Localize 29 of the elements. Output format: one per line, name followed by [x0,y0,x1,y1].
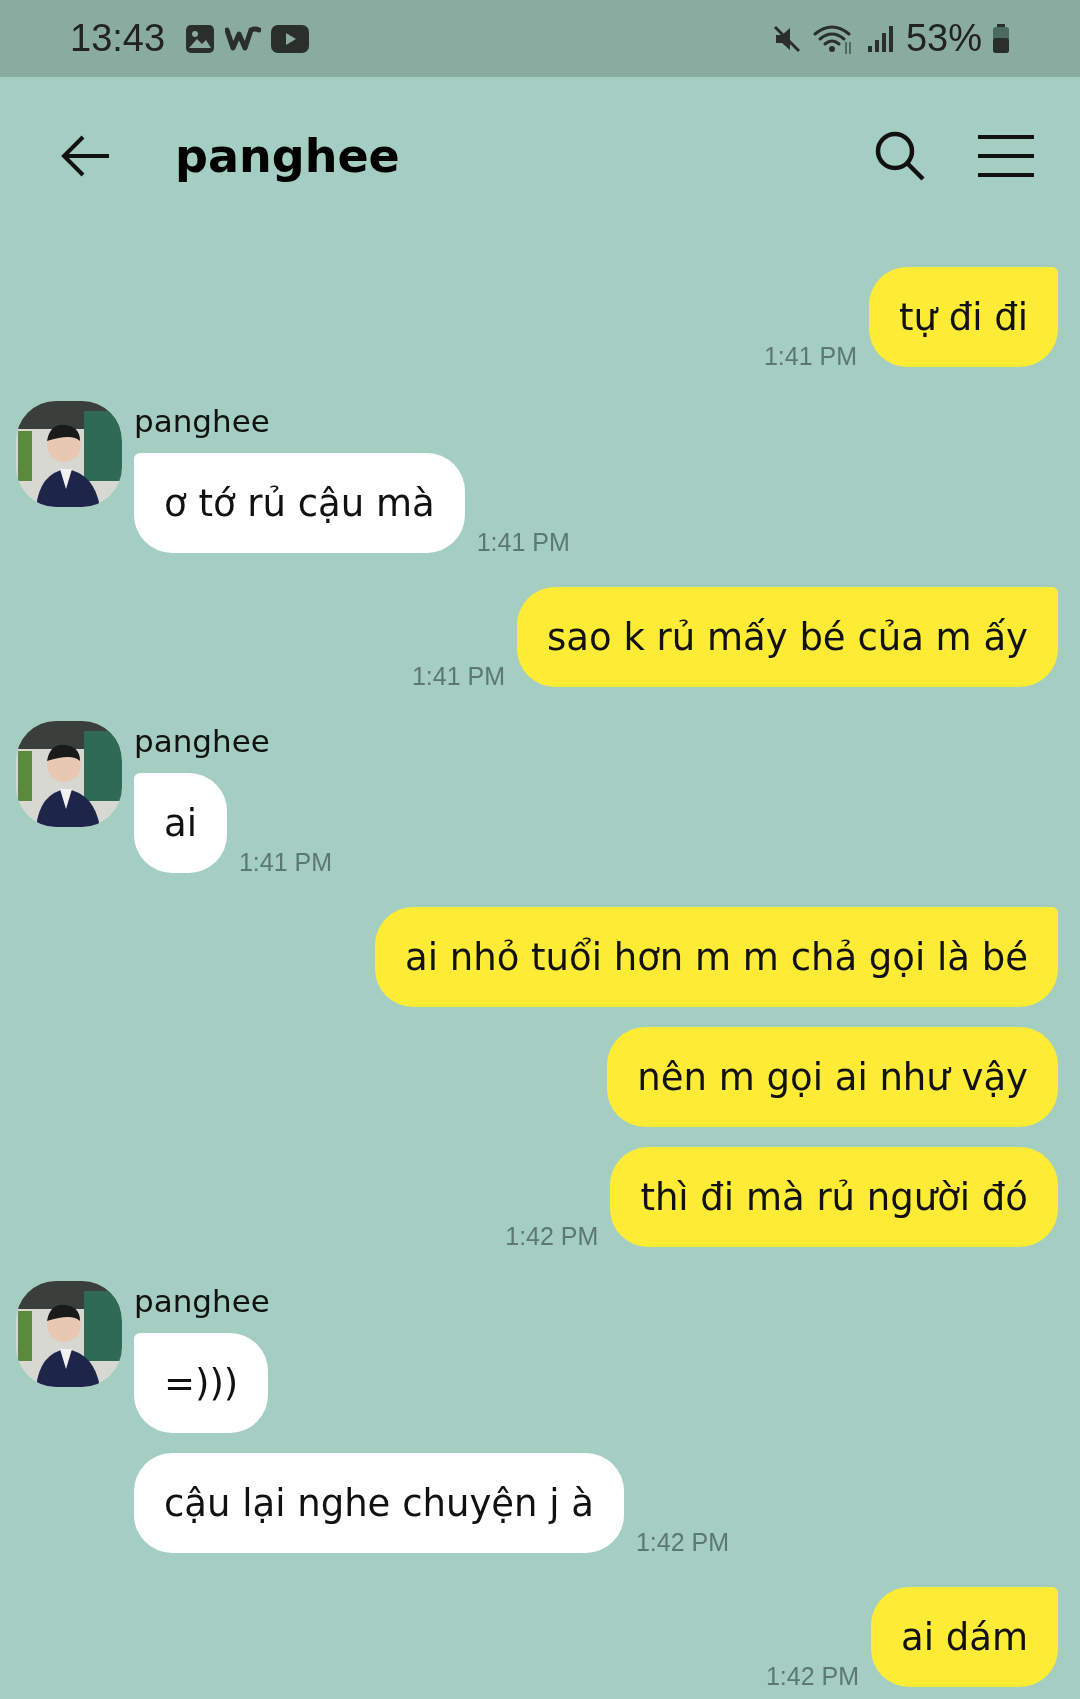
sender-name: panghee [134,403,270,439]
message-time: 1:42 PM [635,1528,730,1557]
mute-icon [771,23,802,54]
message-bubble: sao k rủ mấy bé của m ấy [517,587,1058,687]
message-bubble: ai [134,773,227,873]
message-time: 1:42 PM [505,1222,599,1251]
battery-percent: 53% [905,17,982,60]
message-time: 1:41 PM [411,662,506,691]
message-bubble: tự đi đi [869,267,1058,367]
message-bubble: ai dám [871,1587,1058,1687]
message-bubble: =))) [134,1333,269,1433]
sender-name: panghee [134,1283,270,1319]
message-time: 1:41 PM [763,342,857,371]
message-bubble: nên m gọi ai như vậy [607,1027,1058,1127]
status-time: 13:43 [70,17,166,60]
sender-name: panghee [134,723,270,759]
chat-title: panghee [175,129,401,183]
message-time: 1:41 PM [476,528,570,557]
battery-icon [992,23,1010,54]
message-bubble: ai nhỏ tuổi hơn m m chả gọi là bé [375,907,1058,1007]
app-logo-icon [225,25,262,52]
message-bubble: thì đi mà rủ người đó [610,1147,1058,1247]
message-bubble: cậu lại nghe chuyện j à [134,1453,624,1553]
gallery-icon [185,23,216,54]
message-time: 1:41 PM [238,848,333,877]
message-bubble: ơ tớ rủ cậu mà [134,453,465,553]
signal-icon [865,23,896,54]
message-time: 1:42 PM [765,1662,860,1691]
video-play-icon [271,24,310,53]
